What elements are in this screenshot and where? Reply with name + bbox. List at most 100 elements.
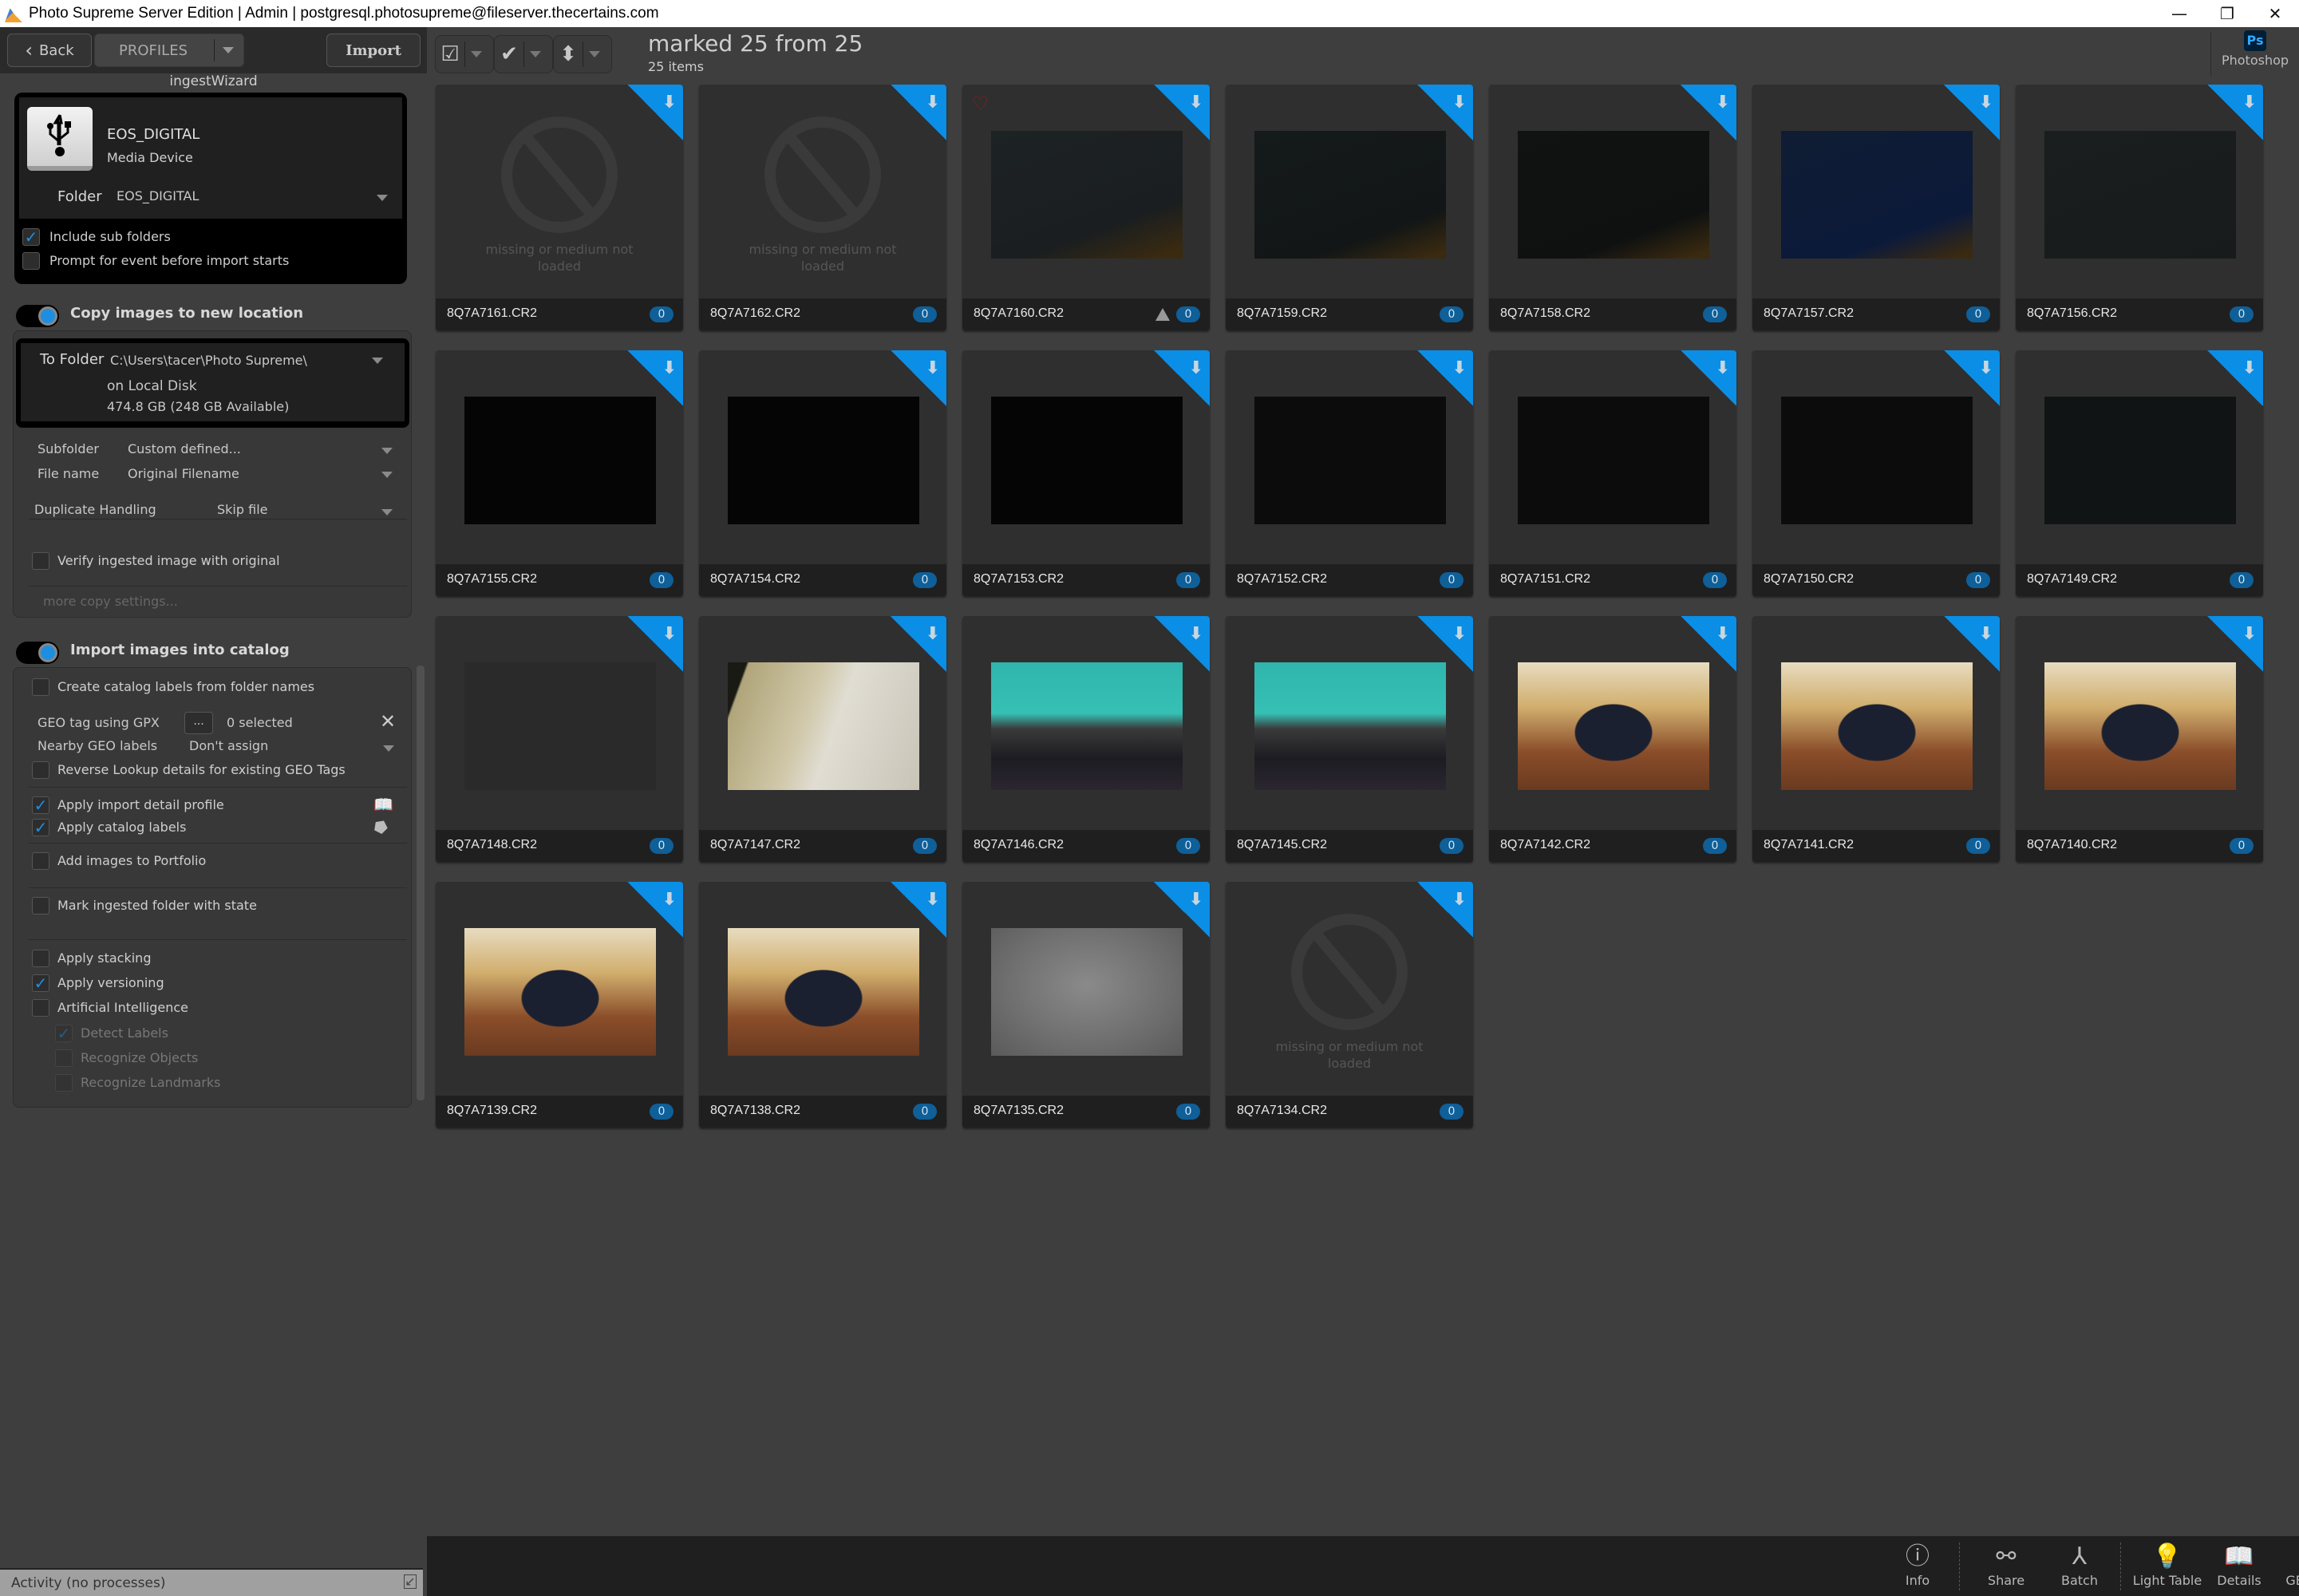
thumbnail-image[interactable] [1254,397,1446,524]
recognize-landmarks-checkbox[interactable] [55,1074,73,1092]
thumbnail-tile[interactable]: ⬇ 8Q7A7158.CR2 0 [1489,85,1736,330]
thumbnail-tile[interactable]: ⬇ 8Q7A7142.CR2 0 [1489,616,1736,862]
import-ribbon[interactable]: ⬇ [627,616,683,672]
verify-checkbox[interactable] [32,552,49,570]
folder-select[interactable]: EOS_DIGITAL [117,188,388,207]
include-sub-folders-checkbox[interactable]: ✓ [22,228,40,246]
thumbnail-tile[interactable]: ⬇ 8Q7A7151.CR2 0 [1489,350,1736,596]
detect-labels-checkbox[interactable]: ✓ [55,1025,73,1042]
thumbnail-tile[interactable]: ♡ ⬇ 8Q7A7160.CR2 0 [962,85,1210,330]
import-ribbon[interactable]: ⬇ [1681,616,1736,672]
checkbox-icon[interactable]: ☑ [436,42,464,66]
thumbnail-tile[interactable]: ⬇ 8Q7A7148.CR2 0 [436,616,683,862]
import-ribbon[interactable]: ⬇ [891,616,946,672]
thumbnail-image[interactable] [1254,662,1446,790]
import-ribbon[interactable]: ⬇ [627,882,683,938]
thumbnail-image[interactable] [1518,397,1709,524]
thumbnail-tile[interactable]: ⬇ 8Q7A7154.CR2 0 [699,350,946,596]
thumbnail-image[interactable] [1518,131,1709,259]
details-button[interactable]: 📖 Details [2203,1541,2275,1588]
thumbnail-tile[interactable]: ⬇ 8Q7A7139.CR2 0 [436,882,683,1128]
sort-icon[interactable]: ⬍ [554,42,583,66]
import-ribbon[interactable]: ⬇ [1417,616,1473,672]
mark-all-group[interactable]: ☑ [435,35,494,73]
photoshop-button[interactable]: Ps Photoshop [2219,30,2291,68]
thumbnail-tile[interactable]: missing or medium not loaded ⬇ 8Q7A7134.CR… [1226,882,1473,1128]
thumbnail-image[interactable] [728,397,919,524]
import-ribbon[interactable]: ⬇ [1154,350,1210,406]
mark-dropdown-icon[interactable] [471,51,482,57]
thumbnail-image[interactable] [464,662,656,790]
apply-stacking-checkbox[interactable] [32,950,49,967]
thumbnail-tile[interactable]: ⬇ 8Q7A7150.CR2 0 [1752,350,2000,596]
filename-dropdown-icon[interactable] [381,472,393,478]
thumbnail-image[interactable] [1781,397,1973,524]
more-copy-settings-link[interactable]: more copy settings... [43,594,178,609]
thumbnail-image[interactable] [991,131,1183,259]
thumbnail-image[interactable] [1518,662,1709,790]
thumbnail-image[interactable] [464,928,656,1056]
thumbnail-tile[interactable]: ⬇ 8Q7A7141.CR2 0 [1752,616,2000,862]
sort-group[interactable]: ⬍ [553,35,612,73]
light-table-button[interactable]: 💡 Light Table [2131,1541,2203,1588]
create-labels-checkbox[interactable] [32,678,49,696]
thumbnail-image[interactable] [2044,131,2236,259]
apply-catalog-labels-checkbox[interactable]: ✓ [32,819,49,836]
thumbnail-image[interactable] [991,928,1183,1056]
import-ribbon[interactable]: ⬇ [2207,350,2263,406]
import-ribbon[interactable]: ⬇ [627,350,683,406]
nearby-geo-select[interactable]: Don't assign [189,738,397,753]
import-ribbon[interactable]: ⬇ [2207,85,2263,140]
add-portfolio-checkbox[interactable] [32,852,49,870]
profiles-dropdown-icon[interactable] [223,47,234,53]
thumbnail-tile[interactable]: ⬇ 8Q7A7152.CR2 0 [1226,350,1473,596]
import-ribbon[interactable]: ⬇ [1944,85,2000,140]
thumbnail-tile[interactable]: ⬇ 8Q7A7140.CR2 0 [2016,616,2263,862]
ai-checkbox[interactable] [32,999,49,1017]
thumbnail-tile[interactable]: ⬇ 8Q7A7156.CR2 0 [2016,85,2263,330]
expand-activity-icon[interactable]: ↙ [404,1574,417,1589]
duplicate-handling-select[interactable]: Skip file [217,502,399,517]
import-ribbon[interactable]: ⬇ [1154,882,1210,938]
import-ribbon[interactable]: ⬇ [1417,882,1473,938]
thumbnail-tile[interactable]: ⬇ 8Q7A7138.CR2 0 [699,882,946,1128]
thumbnail-tile[interactable]: ⬇ 8Q7A7135.CR2 0 [962,882,1210,1128]
thumbnail-tile[interactable]: missing or medium not loaded ⬇ 8Q7A7161.CR… [436,85,683,330]
close-button[interactable]: ✕ [2251,0,2299,27]
import-ribbon[interactable]: ⬇ [1944,616,2000,672]
thumbnail-tile[interactable]: ⬇ 8Q7A7149.CR2 0 [2016,350,2263,596]
import-ribbon[interactable]: ⬇ [1154,85,1210,140]
thumbnail-image[interactable] [2044,397,2236,524]
subfolder-select[interactable]: Custom defined... [128,441,399,456]
reverse-lookup-checkbox[interactable] [32,761,49,779]
thumbnail-tile[interactable]: ⬇ 8Q7A7145.CR2 0 [1226,616,1473,862]
import-ribbon[interactable]: ⬇ [1681,85,1736,140]
thumbnail-image[interactable] [2044,662,2236,790]
share-button[interactable]: ⚯ Share [1970,1541,2042,1588]
minimize-button[interactable]: — [2155,0,2203,27]
clear-gpx-icon[interactable]: ✕ [380,710,396,733]
check-group[interactable]: ✔ [494,35,553,73]
thumbnail-image[interactable] [1781,662,1973,790]
copy-images-toggle[interactable] [16,305,59,327]
subfolder-dropdown-icon[interactable] [381,448,393,454]
import-ribbon[interactable]: ⬇ [627,85,683,140]
thumbnail-image[interactable] [1781,131,1973,259]
book-icon[interactable]: 📖 [373,795,393,814]
thumbnail-image[interactable] [991,397,1183,524]
geo-gpx-browse-button[interactable]: ... [184,712,213,734]
info-button[interactable]: ⓘ Info [1882,1541,1953,1588]
filename-select[interactable]: Original Filename [128,466,399,481]
thumbnail-image[interactable] [1254,131,1446,259]
settings-scrollbar[interactable] [417,666,425,1100]
sort-dropdown-icon[interactable] [589,51,600,57]
batch-button[interactable]: ⅄ Batch [2044,1541,2115,1588]
thumbnail-tile[interactable]: missing or medium not loaded ⬇ 8Q7A7162.CR… [699,85,946,330]
thumbnail-tile[interactable]: ⬇ 8Q7A7157.CR2 0 [1752,85,2000,330]
import-ribbon[interactable]: ⬇ [891,882,946,938]
import-ribbon[interactable]: ⬇ [1681,350,1736,406]
thumbnail-tile[interactable]: ⬇ 8Q7A7153.CR2 0 [962,350,1210,596]
check-icon[interactable]: ✔ [495,42,523,66]
import-ribbon[interactable]: ⬇ [1944,350,2000,406]
recognize-objects-checkbox[interactable] [55,1049,73,1067]
